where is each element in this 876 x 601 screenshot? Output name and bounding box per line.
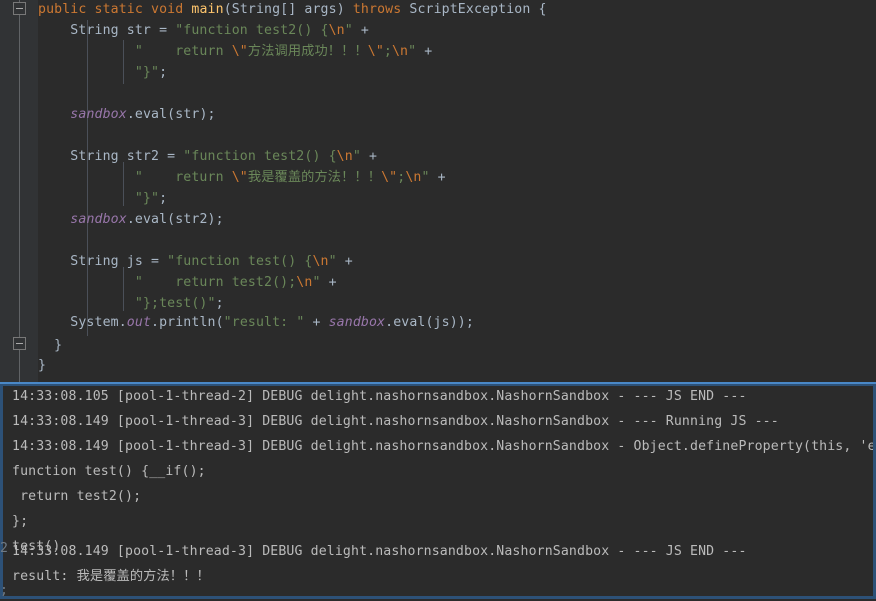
code-token: .eval(str); [126, 107, 216, 122]
code-token: String js = [38, 254, 168, 269]
code-token: + [416, 44, 441, 59]
code-token: ; [215, 296, 224, 311]
ide-window: public static void main(String[] args) t… [0, 0, 876, 599]
console-output-area[interactable]: 14:33:08.105 [pool-1-thread-2] DEBUG del… [3, 386, 873, 596]
code-token: \" [367, 44, 384, 59]
editor-bleed-fragment: ; [0, 583, 8, 598]
code-line[interactable]: System.out.println("result: " + sandbox.… [38, 313, 474, 333]
fold-collapse-icon-class[interactable] [13, 337, 26, 350]
console-log-line[interactable]: 14:33:08.105 [pool-1-thread-2] DEBUG del… [12, 386, 747, 407]
code-token: ; [159, 65, 168, 80]
code-token: \" [231, 44, 248, 59]
console-log-line[interactable]: 14:33:08.149 [pool-1-thread-3] DEBUG del… [12, 541, 747, 562]
fold-rail [19, 0, 20, 382]
code-token: " [352, 149, 361, 164]
console-stdout-line[interactable]: function test() {__if(); [12, 461, 206, 482]
code-token: + [304, 315, 329, 330]
code-token: ScriptException { [401, 2, 547, 17]
code-line[interactable]: " return \"我是覆盖的方法！！！\";\n" + [38, 168, 454, 188]
code-line[interactable]: " return test2();\n" + [38, 273, 345, 293]
code-token: "function test2() { [183, 149, 337, 164]
code-line[interactable]: String js = "function test() {\n" + [38, 252, 361, 272]
code-token: " return test2(); [38, 275, 297, 290]
code-token: ; [159, 191, 168, 206]
code-token: static [94, 2, 143, 17]
code-token: "};test()" [38, 296, 216, 311]
code-line[interactable]: " return \"方法调用成功！！！\";\n" + [38, 42, 440, 62]
code-token: \n [336, 149, 353, 164]
code-token: \n [328, 23, 345, 38]
code-text-surface[interactable]: public static void main(String[] args) t… [38, 0, 876, 382]
editor-bleed-fragment: 2 [0, 541, 8, 556]
code-token: " [421, 170, 430, 185]
console-stdout-line[interactable]: return test2(); [12, 486, 141, 507]
code-token: \n [296, 275, 313, 290]
code-token: sandbox [70, 212, 127, 227]
code-token: 我是覆盖的方法！！！ [247, 170, 382, 185]
code-token: \n [391, 44, 409, 59]
code-line[interactable]: String str2 = "function test2() {\n" + [38, 147, 385, 167]
code-token: "function test2() { [175, 23, 329, 38]
console-stdout-line[interactable]: }; [12, 511, 28, 532]
code-token: "}" [38, 191, 160, 206]
code-line[interactable]: sandbox.eval(str2); [38, 210, 224, 230]
code-token: "result: " [223, 315, 305, 330]
code-line[interactable]: } [38, 356, 46, 376]
console-log-line[interactable]: 14:33:08.149 [pool-1-thread-3] DEBUG del… [12, 436, 873, 457]
code-token: out [126, 315, 152, 330]
code-token: String str = [38, 23, 176, 38]
code-token: \" [231, 170, 248, 185]
code-token: sandbox [70, 107, 127, 122]
code-token: "}" [38, 65, 160, 80]
code-line[interactable]: "}"; [38, 63, 167, 83]
code-line[interactable]: } [38, 336, 62, 356]
code-token: throws [352, 2, 402, 17]
code-token: .eval(str2); [126, 212, 224, 227]
code-token: \n [312, 254, 329, 269]
code-token: .println( [151, 315, 224, 330]
code-token: + [360, 149, 386, 164]
code-token: + [336, 254, 361, 269]
code-token: void [151, 2, 184, 17]
code-token: " [344, 23, 353, 38]
code-token: " return [38, 44, 232, 59]
code-line[interactable]: sandbox.eval(str); [38, 105, 216, 125]
code-token: System. [38, 315, 127, 330]
code-token: .eval(js)); [385, 315, 474, 330]
code-token: main [191, 2, 224, 17]
console-accent-line [0, 382, 876, 384]
run-console-panel[interactable]: 14:33:08.105 [pool-1-thread-2] DEBUG del… [0, 382, 876, 599]
code-token: " return [38, 170, 232, 185]
code-token: public [38, 2, 87, 17]
code-token: sandbox [328, 315, 386, 330]
console-stdout-line[interactable]: result: 我是覆盖的方法！！！ [12, 566, 210, 587]
code-token: } [38, 358, 47, 373]
code-token: \" [381, 170, 398, 185]
fold-collapse-icon-method[interactable] [13, 2, 26, 15]
code-token: ; [383, 44, 392, 59]
console-log-line[interactable]: 14:33:08.149 [pool-1-thread-3] DEBUG del… [12, 411, 779, 432]
code-token: + [352, 23, 378, 38]
code-token: String str2 = [38, 149, 184, 164]
code-token: \n [405, 170, 422, 185]
code-token: " [312, 275, 321, 290]
code-token: 方法调用成功！！！ [247, 44, 368, 59]
code-token: " [328, 254, 337, 269]
code-token: (String[] args) [223, 2, 353, 17]
code-token: " [408, 44, 417, 59]
editor-fold-gutter[interactable] [0, 0, 38, 382]
code-token: + [429, 170, 454, 185]
code-editor-pane[interactable]: public static void main(String[] args) t… [0, 0, 876, 382]
code-line[interactable]: "}"; [38, 189, 167, 209]
code-token: "function test() { [167, 254, 313, 269]
code-line[interactable]: "};test()"; [38, 294, 224, 314]
code-line[interactable]: public static void main(String[] args) t… [38, 0, 547, 20]
code-line[interactable]: String str = "function test2() {\n" + [38, 21, 377, 41]
code-token: } [38, 338, 63, 353]
code-token: + [320, 275, 345, 290]
